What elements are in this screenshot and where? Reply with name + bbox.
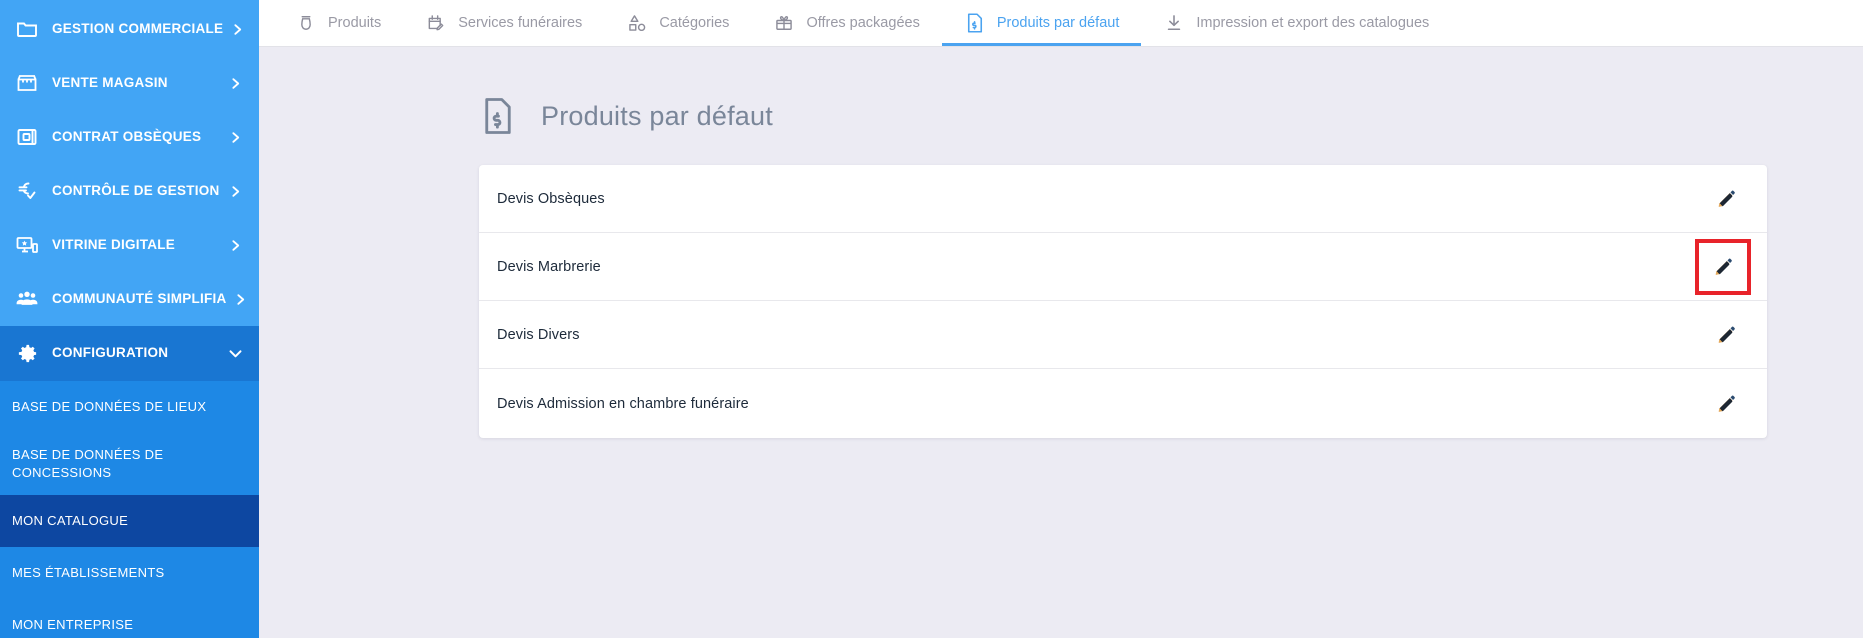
table-row[interactable]: Devis Admission en chambre funéraire — [479, 369, 1767, 438]
tab-label: Services funéraires — [458, 15, 583, 31]
download-icon — [1163, 12, 1185, 34]
sidebar-item-label: GESTION COMMERCIALE — [52, 20, 224, 36]
shapes-icon — [626, 12, 648, 34]
row-label: Devis Marbrerie — [497, 258, 601, 275]
tab-label: Catégories — [659, 15, 730, 31]
sidebar-item-configuration[interactable]: CONFIGURATION — [0, 326, 259, 381]
sidebar-subitem-base-de-donnees-de-lieux[interactable]: BASE DE DONNÉES DE LIEUX — [0, 381, 259, 433]
sidebar-subitem-mes-etablissements[interactable]: MES ÉTABLISSEMENTS — [0, 547, 259, 599]
pencil-icon[interactable] — [1707, 385, 1745, 423]
tab-label: Produits par défaut — [996, 15, 1120, 31]
page-content: Produits par défaut Devis Obsèques Devis… — [259, 47, 1863, 638]
table-row[interactable]: Devis Marbrerie — [479, 233, 1767, 301]
tab-label: Produits — [328, 15, 382, 31]
chevron-right-icon — [233, 293, 249, 306]
gear-icon — [14, 341, 40, 367]
row-label: Devis Divers — [497, 326, 580, 343]
chevron-right-icon — [227, 131, 243, 144]
invoice-doc-icon — [964, 12, 986, 34]
sidebar-subitem-label: BASE DE DONNÉES DE CONCESSIONS — [12, 447, 164, 480]
calendar-edit-icon — [425, 12, 447, 34]
sidebar-item-gestion-commerciale[interactable]: GESTION COMMERCIALE — [0, 2, 259, 56]
people-group-icon — [14, 286, 40, 312]
table-row[interactable]: Devis Divers — [479, 301, 1767, 369]
sidebar-subitem-mon-entreprise[interactable]: MON ENTREPRISE — [0, 599, 259, 638]
tab-label: Offres packagées — [806, 15, 920, 31]
page-header: Produits par défaut — [479, 95, 1863, 137]
tab-label: Impression et export des catalogues — [1196, 15, 1430, 31]
tab-bar: Produits Services funéraires Catégories … — [259, 0, 1863, 47]
chevron-right-icon — [227, 77, 243, 90]
sidebar-subitem-label: MON ENTREPRISE — [12, 617, 134, 633]
sidebar-item-vitrine-digitale[interactable]: VITRINE DIGITALE — [0, 218, 259, 272]
sidebar-item-controle-de-gestion[interactable]: CONTRÔLE DE GESTION — [0, 164, 259, 218]
tab-produits[interactable]: Produits — [273, 0, 403, 46]
page-title: Produits par défaut — [541, 100, 773, 131]
folder-icon — [14, 16, 40, 42]
row-label: Devis Obsèques — [497, 190, 605, 207]
main-area: Produits Services funéraires Catégories … — [259, 0, 1863, 638]
invoice-doc-icon — [479, 95, 517, 137]
tab-services-funeraires[interactable]: Services funéraires — [403, 0, 604, 46]
pencil-icon[interactable] — [1695, 238, 1751, 295]
row-label: Devis Admission en chambre funéraire — [497, 395, 749, 412]
sidebar-subitem-label: BASE DE DONNÉES DE LIEUX — [12, 399, 207, 415]
sidebar-main-nav: GESTION COMMERCIALE VENTE MAGASIN CONTRA… — [0, 0, 259, 326]
sidebar-item-label: VENTE MAGASIN — [52, 74, 168, 90]
sidebar-item-label: COMMUNAUTÉ SIMPLIFIA — [52, 290, 227, 306]
tab-categories[interactable]: Catégories — [604, 0, 751, 46]
sidebar-item-contrat-obseques[interactable]: CONTRAT OBSÈQUES — [0, 110, 259, 164]
app-root: GESTION COMMERCIALE VENTE MAGASIN CONTRA… — [0, 0, 1863, 638]
sidebar-subitem-label: MES ÉTABLISSEMENTS — [12, 565, 165, 581]
sidebar-item-vente-magasin[interactable]: VENTE MAGASIN — [0, 56, 259, 110]
contract-card-icon — [14, 124, 40, 150]
sidebar-item-label: VITRINE DIGITALE — [52, 236, 176, 252]
chevron-down-icon — [227, 346, 243, 361]
tab-offres-packagees[interactable]: Offres packagées — [751, 0, 941, 46]
sidebar-item-communaute-simplifia[interactable]: COMMUNAUTÉ SIMPLIFIA — [0, 272, 259, 326]
chevron-right-icon — [229, 23, 245, 36]
pencil-icon[interactable] — [1707, 180, 1745, 218]
store-icon — [14, 70, 40, 96]
digital-display-icon — [14, 232, 40, 258]
urn-icon — [295, 12, 317, 34]
table-row[interactable]: Devis Obsèques — [479, 165, 1767, 233]
chevron-right-icon — [227, 185, 243, 198]
pencil-icon[interactable] — [1707, 316, 1745, 354]
sidebar-item-label: CONTRAT OBSÈQUES — [52, 128, 202, 144]
euro-check-icon — [14, 178, 40, 204]
tab-impression-et-export[interactable]: Impression et export des catalogues — [1141, 0, 1451, 46]
chevron-right-icon — [227, 239, 243, 252]
sidebar-item-label: CONFIGURATION — [52, 345, 169, 361]
default-products-card: Devis Obsèques Devis Marbrerie Devis Div… — [479, 165, 1767, 438]
sidebar-subitem-label: MON CATALOGUE — [12, 513, 129, 529]
sidebar-subitem-mon-catalogue[interactable]: MON CATALOGUE — [0, 495, 259, 547]
sidebar-subitem-base-de-donnees-de-concessions[interactable]: BASE DE DONNÉES DE CONCESSIONS — [0, 433, 259, 495]
sidebar: GESTION COMMERCIALE VENTE MAGASIN CONTRA… — [0, 0, 259, 638]
tab-produits-par-defaut[interactable]: Produits par défaut — [941, 0, 1142, 46]
sidebar-item-label: CONTRÔLE DE GESTION — [52, 182, 220, 198]
gift-icon — [773, 12, 795, 34]
